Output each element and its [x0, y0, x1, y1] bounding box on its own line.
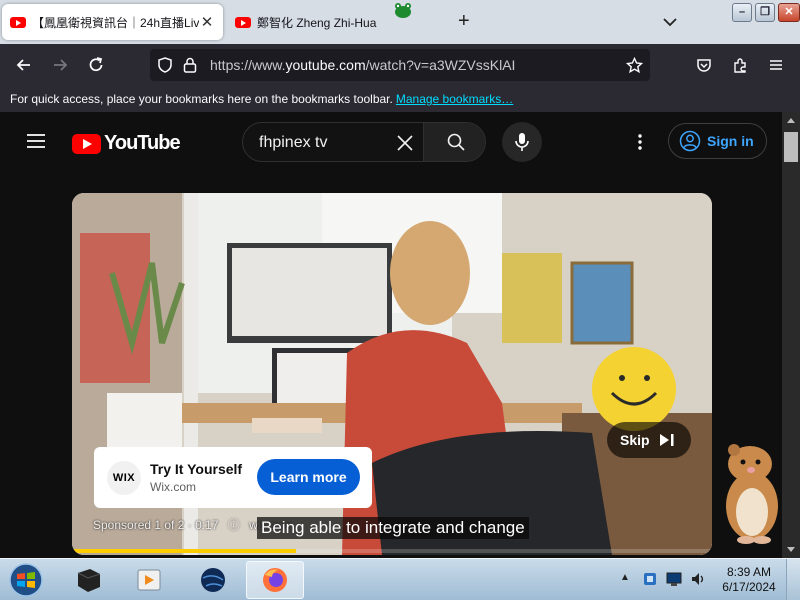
search-button[interactable] — [423, 123, 485, 161]
new-tab-button[interactable]: + — [458, 10, 470, 32]
reload-icon — [89, 57, 103, 72]
url-prefix: https://www. — [210, 57, 286, 73]
navigation-toolbar: https://www.youtube.com/watch?v=a3WZVssK… — [0, 44, 800, 86]
wix-logo: WIX — [107, 461, 141, 495]
tab-close-icon[interactable]: ✕ — [199, 13, 215, 31]
scrollbar-thumb[interactable] — [784, 132, 798, 162]
scroll-up-icon[interactable] — [786, 116, 796, 124]
system-clock[interactable]: 8:39 AM 6/17/2024 — [716, 565, 782, 595]
video-player[interactable]: WIX Try It Yourself Wix.com Learn more S… — [72, 193, 712, 555]
back-arrow-icon — [16, 59, 30, 71]
ad-card[interactable]: WIX Try It Yourself Wix.com Learn more — [94, 447, 372, 508]
shield-icon[interactable] — [157, 57, 173, 73]
network-icon[interactable] — [666, 571, 682, 587]
tab-title: 鄭智化 Zheng Zhi-Hua — [257, 15, 377, 30]
show-desktop-button[interactable] — [786, 559, 800, 600]
youtube-favicon — [10, 16, 26, 28]
sponsored-label: Sponsored 1 of 2 · 0:17 — [93, 518, 219, 532]
terminal-app-icon — [77, 569, 101, 592]
windows-start-orb[interactable] — [6, 562, 46, 598]
account-icon — [679, 130, 701, 152]
bookmarks-toolbar: For quick access, place your bookmarks h… — [0, 86, 800, 112]
learn-more-button[interactable]: Learn more — [257, 459, 360, 495]
url-domain: youtube.com — [285, 57, 366, 73]
sign-in-button[interactable]: Sign in — [668, 123, 767, 159]
mic-icon — [515, 133, 529, 151]
youtube-logo-icon — [72, 133, 101, 154]
browser-tab-strip: 【鳳凰衛視資訊台｜24h直播Live】 ✕ 鄭智化 Zheng Zhi-Hua … — [0, 0, 800, 44]
youtube-wordmark: YouTube — [104, 132, 181, 154]
ad-progress-fill — [72, 549, 296, 553]
youtube-page: YouTube Sign in — [0, 112, 782, 558]
tab-zheng-zhi-hua[interactable]: 鄭智化 Zheng Zhi-Hua — [227, 4, 452, 40]
forward-button[interactable] — [47, 52, 73, 78]
volume-icon[interactable] — [690, 571, 706, 587]
minimize-button[interactable]: – — [732, 3, 752, 22]
close-window-button[interactable]: ✕ — [778, 3, 800, 22]
taskbar-app-terminal[interactable] — [60, 561, 118, 599]
lock-icon[interactable] — [183, 57, 197, 73]
manage-bookmarks-link[interactable]: Manage bookmarks… — [396, 92, 513, 106]
media-player-icon — [137, 569, 161, 591]
reload-button[interactable] — [83, 52, 109, 78]
close-icon: ✕ — [784, 6, 794, 18]
pocket-icon — [697, 59, 711, 72]
hamburger-menu-icon — [770, 60, 782, 70]
back-button[interactable] — [11, 52, 37, 78]
ad-progress-bar[interactable] — [72, 549, 712, 553]
extensions-button[interactable] — [727, 52, 753, 78]
chevron-down-icon[interactable] — [660, 12, 680, 32]
taskbar-app-network[interactable] — [184, 561, 242, 599]
ad-domain: Wix.com — [150, 480, 196, 494]
app-menu-button[interactable] — [763, 52, 789, 78]
bookmarks-empty-message: For quick access, place your bookmarks h… — [10, 92, 393, 106]
skip-label: Skip — [620, 432, 650, 448]
voice-search-button[interactable] — [502, 122, 542, 162]
search-icon — [447, 133, 465, 151]
firefox-icon — [263, 568, 287, 592]
pocket-button[interactable] — [691, 52, 717, 78]
scroll-down-icon[interactable] — [786, 546, 796, 554]
skip-ad-button[interactable]: Skip — [607, 422, 691, 458]
forward-arrow-icon — [54, 59, 68, 71]
url-path: /watch?v=a3WZVssKlAI — [365, 57, 516, 73]
sign-in-label: Sign in — [707, 133, 754, 149]
clear-icon[interactable] — [395, 133, 415, 153]
desktop-pet-hamster[interactable] — [716, 436, 788, 546]
youtube-logo[interactable]: YouTube — [72, 132, 181, 155]
extensions-icon — [733, 57, 746, 73]
taskbar-app-media-player[interactable] — [120, 561, 178, 599]
skip-next-icon — [659, 434, 674, 446]
maximize-icon: ❐ — [760, 6, 770, 18]
taskbar: ▲ 8:39 AM 6/17/2024 — [0, 558, 800, 600]
url-bar[interactable]: https://www.youtube.com/watch?v=a3WZVssK… — [150, 49, 650, 81]
maximize-button[interactable]: ❐ — [755, 3, 775, 22]
clock-date: 6/17/2024 — [722, 580, 776, 594]
taskbar-app-firefox[interactable] — [246, 561, 304, 599]
search-box — [242, 122, 486, 162]
kebab-menu-icon[interactable] — [630, 132, 650, 152]
tab-phoenix-live[interactable]: 【鳳凰衛視資訊台｜24h直播Live】 ✕ — [2, 4, 223, 40]
globe-app-icon — [201, 568, 225, 592]
frog-icon — [395, 3, 411, 18]
ad-info-icon[interactable]: ⓘ — [228, 518, 240, 532]
url-text[interactable]: https://www.youtube.com/watch?v=a3WZVssK… — [210, 57, 515, 73]
ad-title: Try It Yourself — [150, 461, 243, 477]
hamburger-menu-icon[interactable] — [25, 132, 47, 150]
tray-overflow-arrow[interactable]: ▲ — [620, 572, 630, 583]
tray-app-icon[interactable] — [642, 571, 658, 587]
star-icon[interactable] — [626, 57, 643, 74]
youtube-favicon — [235, 16, 251, 28]
minimize-icon: – — [738, 6, 746, 18]
tab-title: 【鳳凰衛視資訊台｜24h直播Live】 — [32, 15, 199, 30]
clock-time: 8:39 AM — [726, 565, 772, 579]
video-caption: Being able to integrate and change — [257, 517, 529, 539]
search-input[interactable] — [259, 133, 379, 153]
